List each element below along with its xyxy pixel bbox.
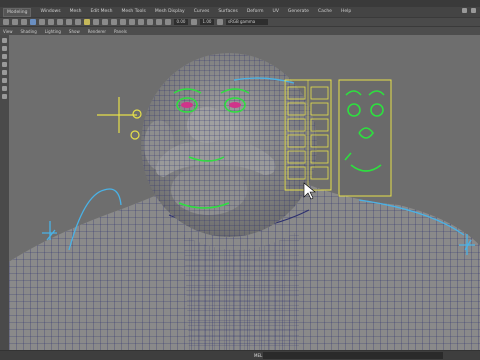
shadows-icon[interactable] bbox=[147, 19, 153, 25]
isolate-icon[interactable] bbox=[165, 19, 171, 25]
scale-tool-icon[interactable] bbox=[2, 78, 7, 83]
value-field-a[interactable]: 0.00 bbox=[174, 19, 188, 25]
maximize-icon[interactable] bbox=[471, 8, 476, 13]
menu-curves[interactable]: Curves bbox=[194, 7, 210, 17]
minimize-icon[interactable] bbox=[462, 8, 467, 13]
render-icon[interactable] bbox=[93, 19, 99, 25]
main-menu-bar: Modeling Windows Mesh Edit Mesh Mesh Too… bbox=[0, 7, 480, 17]
scale-icon[interactable] bbox=[48, 19, 54, 25]
tool-box bbox=[0, 35, 9, 350]
3d-viewport[interactable] bbox=[9, 35, 480, 350]
face-gui-panel-large[interactable] bbox=[338, 79, 392, 197]
menu-generate[interactable]: Generate bbox=[288, 7, 309, 17]
panel-menu-renderer[interactable]: Renderer bbox=[88, 29, 106, 34]
single-view-icon[interactable] bbox=[2, 86, 7, 91]
panel-menu-shading[interactable]: Shading bbox=[21, 29, 37, 34]
mel-label: MEL bbox=[254, 353, 263, 358]
color-management-icon[interactable] bbox=[217, 19, 223, 25]
character-head[interactable] bbox=[141, 53, 317, 237]
mel-input[interactable] bbox=[263, 352, 443, 359]
menu-mesh-tools[interactable]: Mesh Tools bbox=[121, 7, 145, 17]
xray-icon[interactable] bbox=[156, 19, 162, 25]
move-icon[interactable] bbox=[30, 19, 36, 25]
head-locator[interactable] bbox=[97, 97, 142, 140]
paint-select-icon[interactable] bbox=[2, 54, 7, 59]
lasso-select-icon[interactable] bbox=[2, 46, 7, 51]
snap-grid-icon[interactable] bbox=[57, 19, 63, 25]
wireframe-icon[interactable] bbox=[111, 19, 117, 25]
menu-mesh[interactable]: Mesh bbox=[70, 7, 82, 17]
textured-icon[interactable] bbox=[129, 19, 135, 25]
rotate-tool-icon[interactable] bbox=[2, 70, 7, 75]
paint-icon[interactable] bbox=[21, 19, 27, 25]
window-controls bbox=[462, 8, 476, 13]
menu-uv[interactable]: UV bbox=[273, 7, 279, 17]
lights-icon[interactable] bbox=[138, 19, 144, 25]
four-view-icon[interactable] bbox=[2, 94, 7, 99]
snap-point-icon[interactable] bbox=[75, 19, 81, 25]
panel-menu-bar: View Shading Lighting Show Renderer Pane… bbox=[0, 27, 480, 35]
menu-edit-mesh[interactable]: Edit Mesh bbox=[90, 7, 112, 17]
menu-cache[interactable]: Cache bbox=[318, 7, 332, 17]
lasso-icon[interactable] bbox=[12, 19, 18, 25]
viewport-canvas[interactable] bbox=[9, 35, 480, 350]
status-line: 0.00 1.00 sRGB gamma bbox=[0, 17, 480, 27]
camera-icon[interactable] bbox=[84, 19, 90, 25]
menu-mesh-display[interactable]: Mesh Display bbox=[155, 7, 185, 17]
menu-set-selector[interactable]: Modeling bbox=[3, 7, 32, 17]
title-bar bbox=[0, 0, 480, 7]
value-field-b[interactable]: 1.00 bbox=[200, 19, 214, 25]
menu-help[interactable]: Help bbox=[341, 7, 351, 17]
rotate-icon[interactable] bbox=[39, 19, 45, 25]
move-tool-icon[interactable] bbox=[2, 62, 7, 67]
select-icon[interactable] bbox=[2, 38, 7, 43]
select-tool-icon[interactable] bbox=[3, 19, 9, 25]
ipr-icon[interactable] bbox=[102, 19, 108, 25]
view-transform-field[interactable]: sRGB gamma bbox=[226, 19, 268, 25]
panel-menu-lighting[interactable]: Lighting bbox=[45, 29, 61, 34]
menu-deform[interactable]: Deform bbox=[247, 7, 264, 17]
command-line: MEL bbox=[0, 350, 480, 360]
maya-window: Modeling Windows Mesh Edit Mesh Mesh Too… bbox=[0, 0, 480, 360]
gamma-icon[interactable] bbox=[191, 19, 197, 25]
panel-menu-show[interactable]: Show bbox=[69, 29, 80, 34]
menu-windows[interactable]: Windows bbox=[40, 7, 60, 17]
snap-curve-icon[interactable] bbox=[66, 19, 72, 25]
smooth-shade-icon[interactable] bbox=[120, 19, 126, 25]
menu-surfaces[interactable]: Surfaces bbox=[218, 7, 238, 17]
panel-menu-view[interactable]: View bbox=[3, 29, 13, 34]
panel-menu-panels[interactable]: Panels bbox=[114, 29, 127, 34]
